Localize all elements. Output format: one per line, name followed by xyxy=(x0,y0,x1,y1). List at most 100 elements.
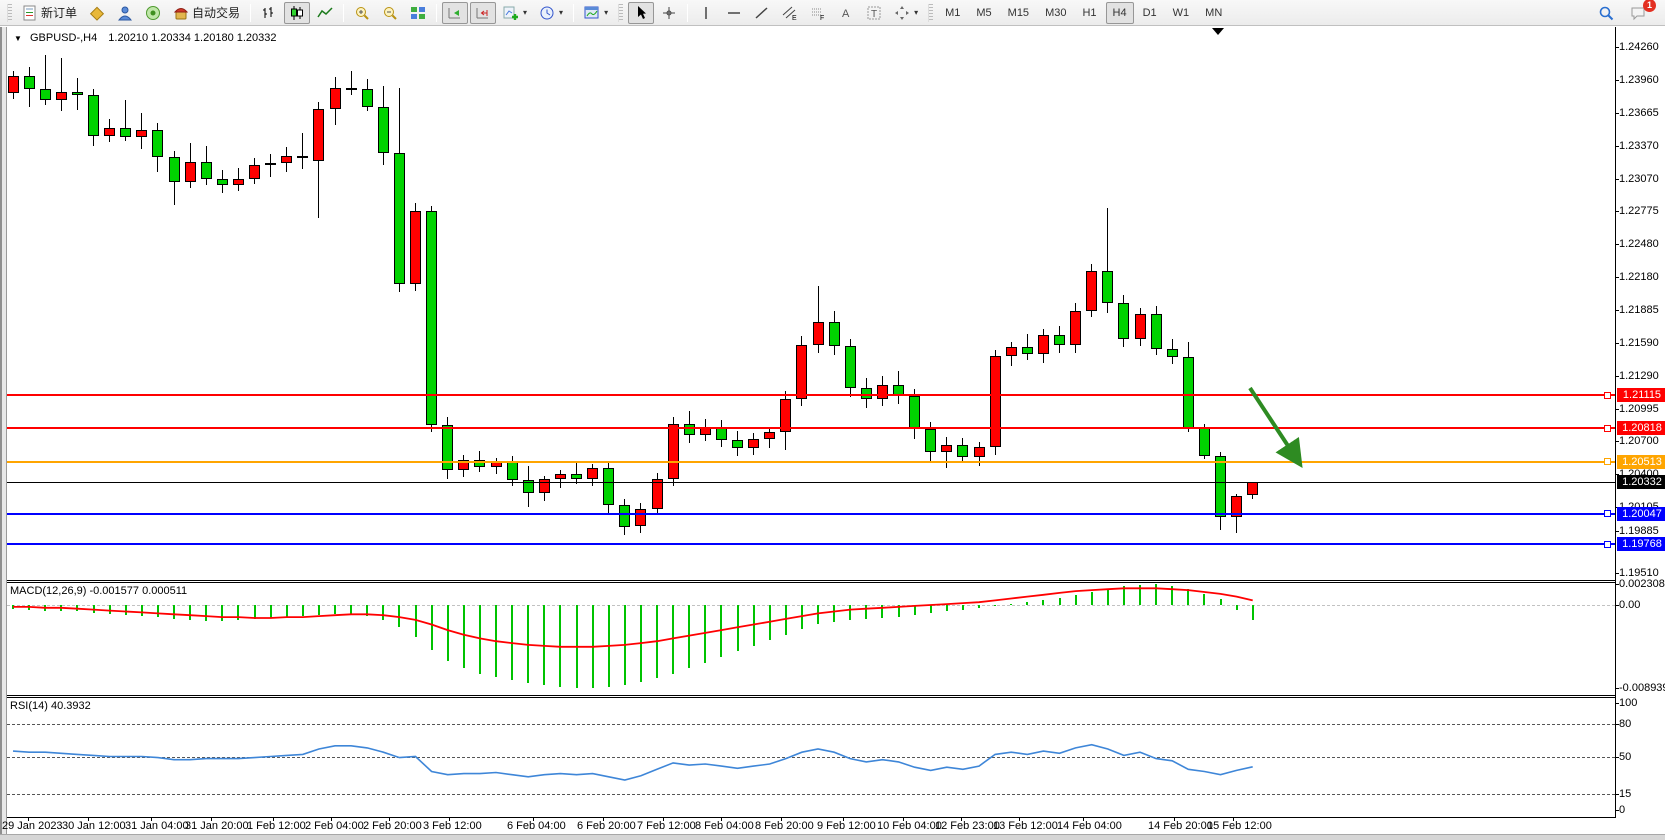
timeframe-m15[interactable]: M15 xyxy=(1001,2,1036,24)
date-axis-label: 8 Feb 04:00 xyxy=(695,820,754,832)
separator xyxy=(250,4,251,22)
price-axis-tick-label: 1.23960 xyxy=(1619,74,1659,86)
candle xyxy=(1167,349,1178,357)
search-button[interactable] xyxy=(1593,2,1619,24)
trendline-icon xyxy=(754,5,770,21)
line-handle[interactable] xyxy=(1604,425,1611,432)
line-price-label: 1.20513 xyxy=(1617,455,1665,469)
timeframe-m5[interactable]: M5 xyxy=(969,2,998,24)
timeframe-h4[interactable]: H4 xyxy=(1106,2,1134,24)
horizontal-line-tool-button[interactable] xyxy=(721,2,747,24)
timeframe-w1[interactable]: W1 xyxy=(1166,2,1197,24)
macd-histogram-bar xyxy=(1059,598,1061,605)
macd-histogram-bar xyxy=(640,605,642,682)
chart-title[interactable]: ▼ GBPUSD-,H4 1.20210 1.20334 1.20180 1.2… xyxy=(14,32,277,44)
candlestick-mode-button[interactable] xyxy=(284,2,310,24)
chart-dropdown-icon[interactable]: ▼ xyxy=(14,34,22,43)
tile-windows-button[interactable] xyxy=(405,2,431,24)
rsi-axis-tick-label: 100 xyxy=(1619,697,1637,709)
macd-histogram-bar xyxy=(398,605,400,627)
cursor-icon xyxy=(633,5,649,21)
annotation-arrow[interactable] xyxy=(1250,388,1296,458)
arrows-tool-button[interactable]: ▾ xyxy=(889,2,923,24)
zoom-in-button[interactable] xyxy=(349,2,375,24)
panel-divider xyxy=(7,817,1616,818)
macd-histogram-bar xyxy=(881,605,883,618)
price-axis-tick-label: 1.23665 xyxy=(1619,107,1659,119)
label-tool-button[interactable]: T xyxy=(861,2,887,24)
rsi-indicator-label: RSI(14) 40.3932 xyxy=(10,700,91,712)
candle xyxy=(40,89,51,100)
horizontal-line-object[interactable] xyxy=(7,461,1615,463)
horizontal-line-object[interactable] xyxy=(7,543,1615,545)
market-watch-button[interactable] xyxy=(112,2,138,24)
date-axis-tick xyxy=(961,818,962,821)
profiles-button[interactable] xyxy=(84,2,110,24)
crosshair-tool-button[interactable] xyxy=(656,2,682,24)
candle xyxy=(507,462,518,480)
new-order-button[interactable]: 新订单 xyxy=(17,2,82,24)
vertical-line-tool-button[interactable] xyxy=(693,2,719,24)
crosshair-icon xyxy=(661,5,677,21)
candle xyxy=(571,474,582,478)
cursor-tool-button[interactable] xyxy=(628,2,654,24)
chart-shift-button[interactable] xyxy=(470,2,496,24)
auto-scroll-button[interactable] xyxy=(442,2,468,24)
macd-histogram-bar xyxy=(1187,589,1189,605)
panel-divider[interactable] xyxy=(7,582,1616,583)
timeframe-mn[interactable]: MN xyxy=(1198,2,1229,24)
macd-histogram-bar xyxy=(753,605,755,646)
line-handle[interactable] xyxy=(1604,392,1611,399)
line-chart-mode-button[interactable] xyxy=(312,2,338,24)
chart-shift-marker[interactable] xyxy=(1212,28,1224,35)
period-clock-button[interactable]: ▾ xyxy=(534,2,568,24)
macd-histogram-bar xyxy=(608,605,610,687)
line-handle[interactable] xyxy=(1604,541,1611,548)
trendline-tool-button[interactable] xyxy=(749,2,775,24)
template-button[interactable]: ▾ xyxy=(579,2,613,24)
zoom-out-button[interactable] xyxy=(377,2,403,24)
equidistant-channel-tool-button[interactable]: E xyxy=(777,2,803,24)
macd-histogram-bar xyxy=(302,605,304,616)
date-axis-tick xyxy=(663,818,664,821)
separator xyxy=(436,4,437,22)
bar-chart-mode-button[interactable] xyxy=(256,2,282,24)
fibonacci-tool-button[interactable]: F xyxy=(805,2,831,24)
timeframe-m1[interactable]: M1 xyxy=(938,2,967,24)
horizontal-line-object[interactable] xyxy=(7,394,1615,396)
price-axis-tick-label: 1.21590 xyxy=(1619,337,1659,349)
line-handle[interactable] xyxy=(1604,510,1611,517)
search-icon xyxy=(1598,5,1614,21)
text-a-icon: A xyxy=(838,5,854,21)
date-axis-label: 14 Feb 20:00 xyxy=(1148,820,1213,832)
timeframe-d1[interactable]: D1 xyxy=(1136,2,1164,24)
macd-histogram-bar xyxy=(431,605,433,650)
horizontal-line-object[interactable] xyxy=(7,513,1615,515)
date-axis-label: 9 Feb 12:00 xyxy=(817,820,876,832)
candle xyxy=(152,130,163,157)
line-handle[interactable] xyxy=(1604,458,1611,465)
macd-histogram-bar xyxy=(447,605,449,661)
notifications-button[interactable]: 1 xyxy=(1625,2,1651,24)
rsi-axis-tick-label: 0 xyxy=(1619,804,1625,816)
candle xyxy=(764,432,775,439)
macd-histogram-bar xyxy=(592,605,594,688)
candle xyxy=(796,345,807,399)
timeframe-h1[interactable]: H1 xyxy=(1075,2,1103,24)
macd-zero-line xyxy=(7,605,1615,606)
add-indicator-button[interactable]: ▾ xyxy=(498,2,532,24)
timeframe-m30[interactable]: M30 xyxy=(1038,2,1073,24)
horizontal-line-object[interactable] xyxy=(7,427,1615,429)
macd-histogram-bar xyxy=(1139,585,1141,605)
candle xyxy=(845,346,856,388)
candle xyxy=(88,95,99,136)
auto-trading-button[interactable]: 自动交易 xyxy=(168,2,245,24)
candle-wick xyxy=(61,58,62,111)
macd-axis-tick-label: 0.002308 xyxy=(1619,578,1665,590)
signals-button[interactable] xyxy=(140,2,166,24)
auto-trading-label: 自动交易 xyxy=(192,4,240,21)
panel-divider[interactable] xyxy=(7,697,1616,698)
price-axis-tick-label: 1.19885 xyxy=(1619,525,1659,537)
macd-histogram-bar xyxy=(1236,605,1238,610)
text-tool-button[interactable]: A xyxy=(833,2,859,24)
